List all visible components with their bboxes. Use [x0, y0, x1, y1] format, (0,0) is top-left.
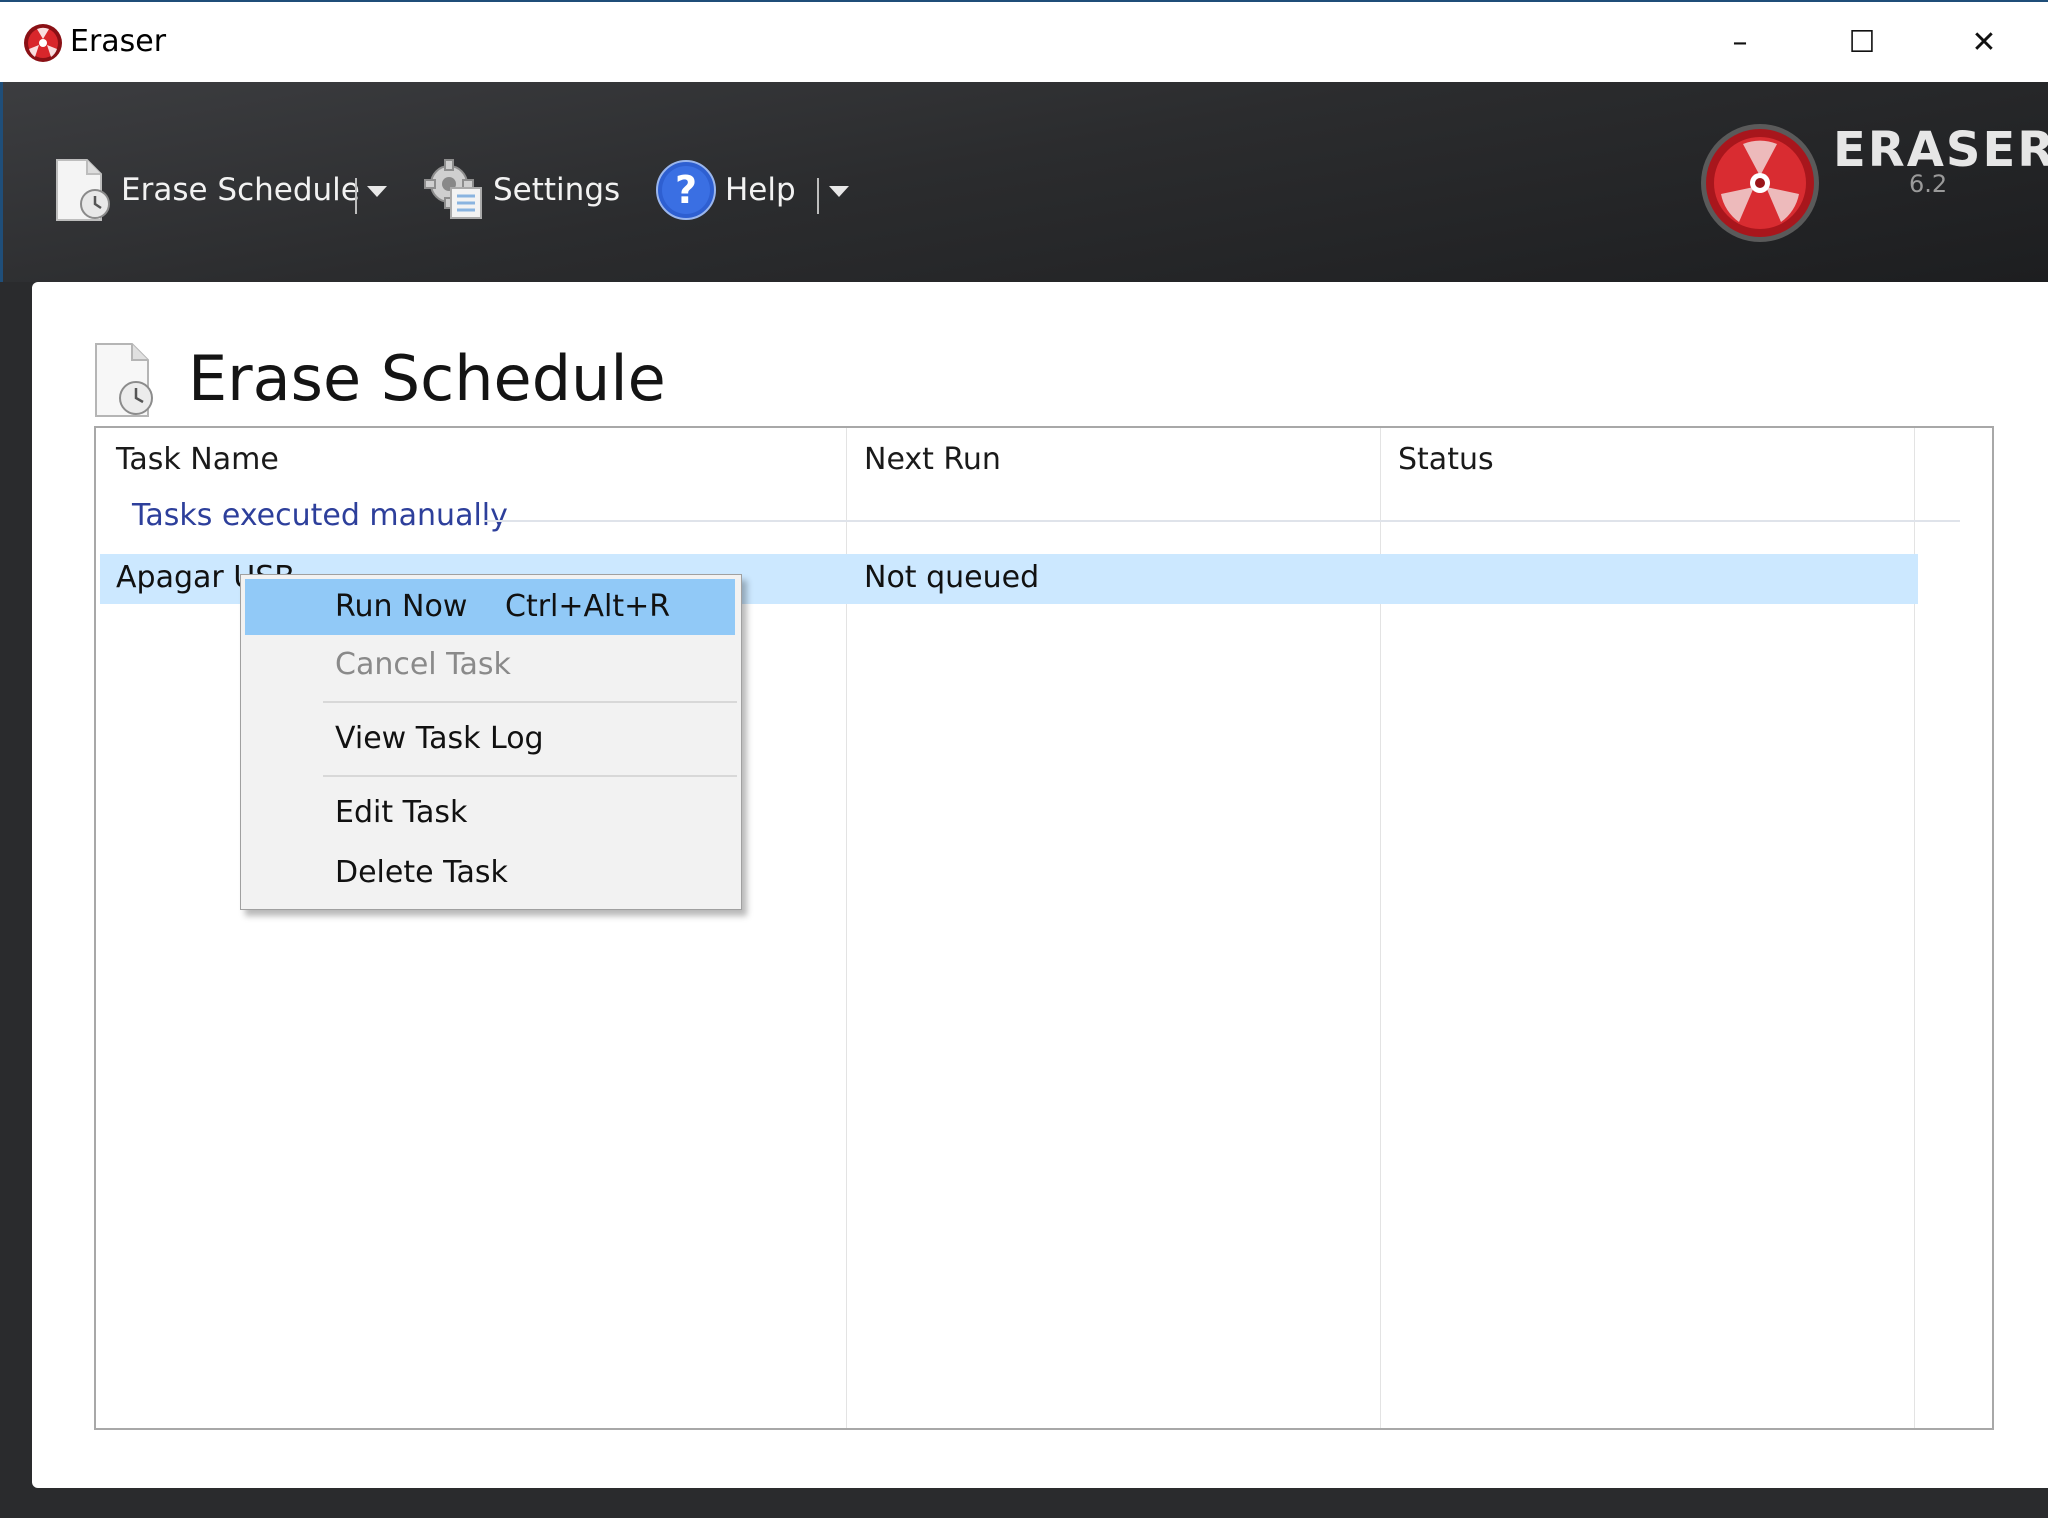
column-header-next-run[interactable]: Next Run — [864, 442, 1001, 477]
erase-schedule-icon — [56, 159, 110, 221]
menu-item-label: Delete Task — [335, 855, 508, 890]
menu-item-edit-task[interactable]: Edit Task — [245, 785, 735, 841]
erase-schedule-dropdown-arrow[interactable] — [367, 186, 387, 197]
menu-item-label: Cancel Task — [335, 647, 511, 682]
menu-separator — [323, 775, 737, 777]
help-dropdown-arrow[interactable] — [829, 186, 849, 197]
page-title: Erase Schedule — [188, 342, 666, 415]
eraser-app-icon — [24, 24, 62, 62]
erase-schedule-label: Erase Schedule — [121, 172, 360, 208]
maximize-button[interactable]: ☐ — [1812, 16, 1912, 70]
group-divider — [484, 520, 1960, 522]
settings-label: Settings — [493, 172, 621, 208]
help-question-icon: ? — [656, 160, 716, 220]
column-header-status[interactable]: Status — [1398, 442, 1494, 477]
title-bar: Eraser – ☐ ✕ — [0, 0, 2048, 82]
help-button[interactable]: ? Help — [655, 160, 796, 220]
menu-item-label: Run Now — [335, 589, 468, 624]
context-menu: Run Now Ctrl+Alt+R Cancel Task View Task… — [240, 574, 742, 910]
menu-item-label: View Task Log — [335, 721, 544, 756]
help-label: Help — [725, 172, 796, 208]
settings-gear-icon — [424, 159, 482, 219]
toolbar-separator — [355, 178, 357, 214]
version-label: 6.2 — [1909, 170, 1948, 198]
column-header-task-name[interactable]: Task Name — [116, 442, 279, 477]
next-run-cell[interactable]: Not queued — [864, 560, 1039, 595]
toolbar-separator — [817, 178, 819, 214]
toolbar: Erase Schedule Settings ? Help ERASER 6.… — [0, 82, 2048, 282]
minimize-button[interactable]: – — [1690, 16, 1790, 70]
window-title: Eraser — [70, 24, 167, 59]
menu-item-shortcut: Ctrl+Alt+R — [505, 589, 671, 624]
svg-text:?: ? — [675, 168, 697, 212]
group-header[interactable]: Tasks executed manually — [132, 498, 508, 533]
menu-separator — [323, 701, 737, 703]
menu-item-label: Edit Task — [335, 795, 468, 830]
close-button[interactable]: ✕ — [1934, 16, 2034, 70]
settings-button[interactable]: Settings — [423, 159, 621, 220]
menu-item-cancel-task[interactable]: Cancel Task — [245, 637, 735, 693]
eraser-logo-icon — [1701, 124, 1819, 242]
erase-schedule-button[interactable]: Erase Schedule — [51, 159, 360, 221]
page-schedule-icon — [95, 343, 153, 417]
menu-item-delete-task[interactable]: Delete Task — [245, 845, 735, 901]
window-bottom-edge — [0, 1488, 2048, 1518]
menu-item-view-task-log[interactable]: View Task Log — [245, 711, 735, 767]
menu-item-run-now[interactable]: Run Now Ctrl+Alt+R — [245, 579, 735, 635]
